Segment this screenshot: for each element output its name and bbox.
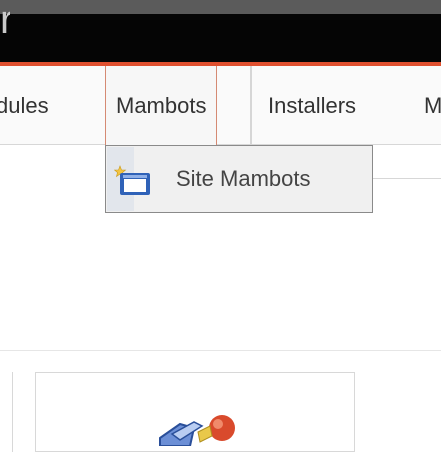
- content-divider: [0, 350, 441, 351]
- left-panel: [0, 372, 13, 452]
- mambots-dropdown: Site Mambots: [105, 145, 373, 213]
- menu-item-modules[interactable]: dules: [0, 66, 49, 145]
- menu-separator: [250, 66, 252, 145]
- mambot-plugin-icon[interactable]: [150, 406, 260, 451]
- window-title: r: [0, 0, 10, 42]
- site-window-icon: [113, 164, 154, 203]
- menu-item-mambots[interactable]: Mambots: [105, 66, 218, 145]
- top-bar-highlight: [0, 0, 441, 14]
- dropdown-item-site-mambots[interactable]: Site Mambots: [176, 146, 311, 212]
- menu-item-installers[interactable]: Installers: [268, 66, 356, 145]
- dropdown-divider: [373, 178, 441, 179]
- menubar: [0, 66, 441, 145]
- menu-item-next[interactable]: M: [424, 66, 441, 145]
